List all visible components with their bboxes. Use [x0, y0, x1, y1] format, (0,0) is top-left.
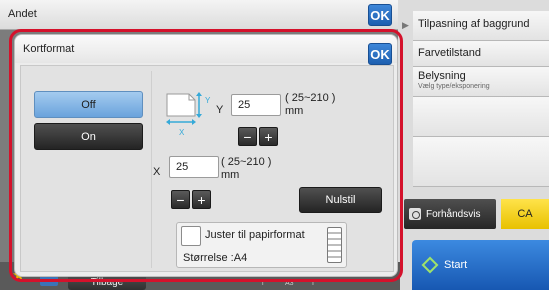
top-ok-button[interactable]: OK: [368, 4, 392, 26]
start-label: Start: [444, 259, 468, 271]
right-panel-item-exposure[interactable]: Belysning Vælg type/eksponering: [413, 67, 549, 97]
paper-size-text: Størrelse :A4: [183, 252, 248, 264]
y-size-input[interactable]: 25: [231, 94, 281, 116]
card-shot-dialog: Kortformat OK Off On X Y Y 25 ( 25~210 )…: [14, 34, 398, 277]
right-panel-item-sublabel: Vælg type/eksponering: [418, 83, 490, 90]
top-bar-title: Andet: [8, 8, 37, 20]
reset-button[interactable]: Nulstil: [299, 187, 382, 213]
fit-to-paper-checkbox[interactable]: [181, 226, 201, 246]
card-y-mark: Y: [205, 96, 211, 105]
x-range: ( 25~210 ) mm: [221, 156, 271, 182]
fit-to-paper-box: Juster til papirformat Størrelse :A4: [176, 222, 347, 268]
preview-icon: [409, 208, 421, 220]
right-panel-empty-slot: [413, 137, 549, 187]
dialog-body: Off On X Y Y 25 ( 25~210 ) mm − + X 25 (…: [20, 65, 394, 272]
y-range-text: ( 25~210 ): [285, 92, 336, 104]
dialog-header: Kortformat OK: [15, 35, 397, 65]
dialog-title: Kortformat: [23, 43, 75, 55]
right-panel-empty-slot: [413, 97, 549, 137]
start-button[interactable]: Start: [412, 240, 549, 290]
x-minus-button[interactable]: −: [171, 190, 190, 209]
y-minus-button[interactable]: −: [238, 127, 257, 146]
dialog-ok-button[interactable]: OK: [368, 43, 392, 65]
start-icon: [421, 256, 439, 274]
off-button[interactable]: Off: [34, 91, 143, 118]
right-panel-item-background[interactable]: Tilpasning af baggrund: [413, 11, 549, 41]
panel-arrow-icon: ▶: [402, 20, 409, 30]
ca-button[interactable]: CA: [501, 199, 549, 229]
fit-paper-icon: [327, 227, 342, 263]
divider: [151, 71, 152, 268]
y-plus-button[interactable]: +: [259, 127, 278, 146]
fit-to-paper-label: Juster til papirformat: [205, 229, 305, 241]
x-size-input[interactable]: 25: [169, 156, 219, 178]
x-range-text: ( 25~210 ): [221, 156, 272, 168]
y-unit: mm: [285, 105, 304, 117]
preview-button[interactable]: Forhåndsvis: [404, 199, 496, 229]
card-x-mark: X: [179, 128, 185, 137]
right-panel-item-label: Belysning: [418, 70, 466, 82]
right-panel-item-color-mode[interactable]: Farvetilstand: [413, 41, 549, 67]
right-panel-item-label: Farvetilstand: [418, 47, 481, 59]
card-size-icon: [166, 92, 202, 125]
preview-label: Forhåndsvis: [426, 208, 481, 220]
y-label: Y: [216, 104, 224, 116]
x-unit: mm: [221, 169, 240, 181]
y-range: ( 25~210 ) mm: [285, 92, 335, 118]
x-plus-button[interactable]: +: [192, 190, 211, 209]
on-button[interactable]: On: [34, 123, 143, 150]
right-panel-item-label: Tilpasning af baggrund: [418, 18, 530, 30]
x-label: X: [153, 166, 161, 178]
